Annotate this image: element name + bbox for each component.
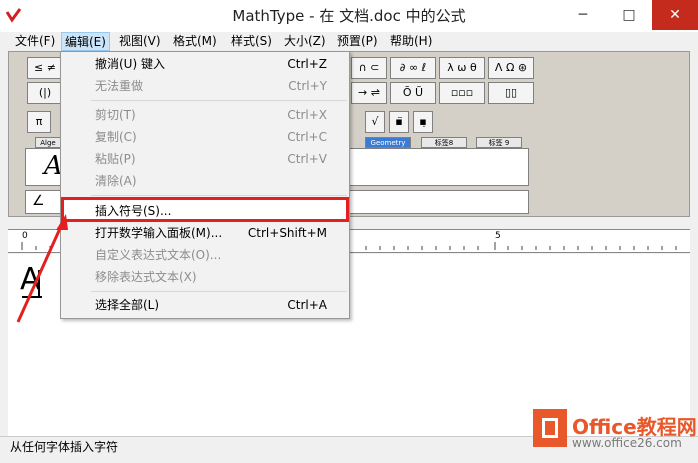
annotation-arrow-icon (16, 214, 68, 323)
